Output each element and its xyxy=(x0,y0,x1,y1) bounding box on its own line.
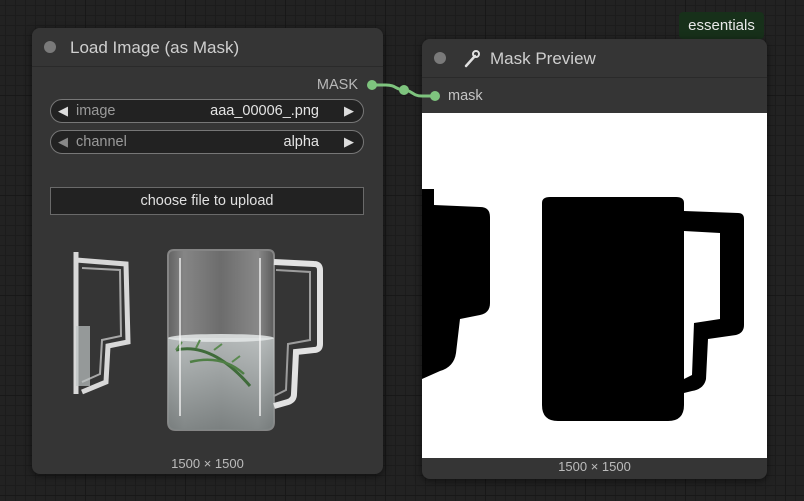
mask-dimensions: 1500 × 1500 xyxy=(558,459,631,474)
prev-arrow-icon[interactable]: ◀ xyxy=(58,134,68,150)
node-title: Load Image (as Mask) xyxy=(70,38,240,57)
image-combo-widget[interactable]: ◀ image aaa_00006_.png ▶ xyxy=(50,99,364,123)
next-arrow-icon[interactable]: ▶ xyxy=(344,103,354,119)
image-preview xyxy=(73,249,323,431)
mask-preview-node[interactable]: Mask Preview mask 1500 × 1500 xyxy=(422,39,767,479)
mask-input-socket[interactable] xyxy=(430,91,440,101)
wrench-icon xyxy=(464,50,480,68)
mask-preview-image xyxy=(422,113,767,458)
prev-arrow-icon[interactable]: ◀ xyxy=(58,103,68,119)
load-image-node-titlebar[interactable]: Load Image (as Mask) xyxy=(32,28,383,67)
choose-file-button[interactable]: choose file to upload xyxy=(50,187,364,215)
mask-output-label: MASK xyxy=(316,77,358,93)
image-dimensions: 1500 × 1500 xyxy=(171,456,244,471)
channel-combo-widget[interactable]: ◀ channel alpha ▶ xyxy=(50,130,364,154)
channel-widget-label: channel xyxy=(76,134,127,150)
mask-input-label: mask xyxy=(448,88,483,104)
essentials-badge: essentials xyxy=(679,12,764,39)
load-image-mask-node[interactable]: Load Image (as Mask) MASK ◀ image aaa_00… xyxy=(32,28,383,474)
collapse-dot-icon[interactable] xyxy=(434,52,446,64)
mask-output-socket[interactable] xyxy=(367,80,377,90)
channel-widget-value[interactable]: alpha xyxy=(284,134,319,150)
mask-preview-titlebar[interactable]: Mask Preview xyxy=(422,39,767,78)
image-widget-value[interactable]: aaa_00006_.png xyxy=(210,103,319,119)
next-arrow-icon[interactable]: ▶ xyxy=(344,134,354,150)
collapse-dot-icon[interactable] xyxy=(44,41,56,53)
image-widget-label: image xyxy=(76,103,116,119)
node-title: Mask Preview xyxy=(490,49,596,68)
